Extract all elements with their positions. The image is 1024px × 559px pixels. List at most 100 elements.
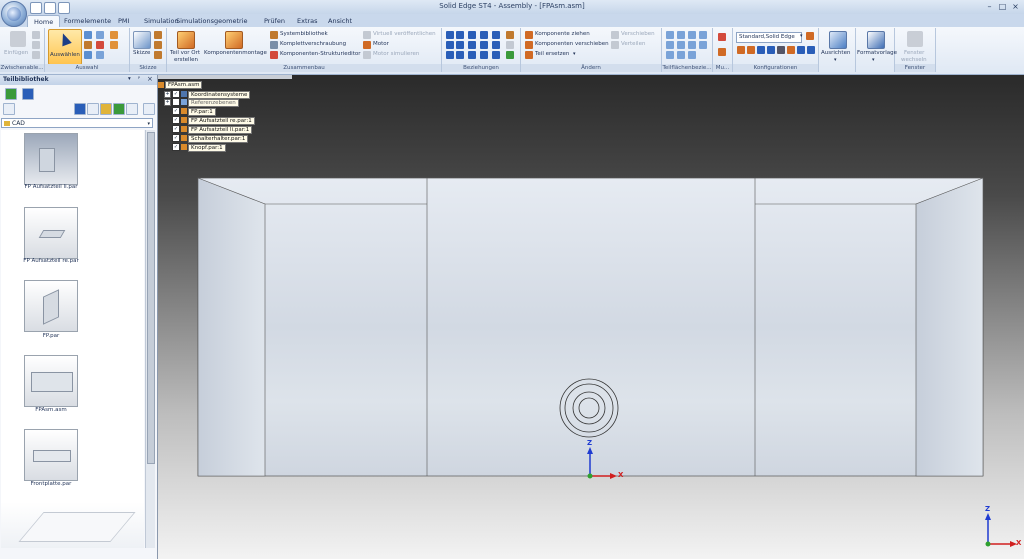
tab-pruefen[interactable]: Prüfen — [258, 15, 291, 27]
format-dropdown-icon[interactable]: ▾ — [872, 57, 875, 63]
tab-formelemente[interactable]: Formelemente — [58, 15, 117, 27]
select-tool-icon[interactable] — [84, 51, 92, 59]
select-tool-icon[interactable] — [110, 41, 118, 49]
relation-icon[interactable] — [456, 41, 464, 49]
sketch-label[interactable]: Skizze — [133, 50, 150, 56]
part-thumbnail[interactable] — [24, 280, 78, 332]
move-components-label[interactable]: Komponenten verschieben — [535, 41, 609, 47]
relation-icon[interactable] — [480, 41, 488, 49]
switch-window-label-1[interactable]: Fenster — [904, 50, 924, 56]
distribute-label[interactable]: Verteilen — [621, 41, 645, 47]
config-icon[interactable] — [807, 46, 815, 54]
motor-label[interactable]: Motor — [373, 41, 389, 47]
face-relation-icon[interactable] — [677, 41, 685, 49]
system-library-label[interactable]: Systembibliothek — [280, 31, 328, 37]
configuration-select[interactable]: Standard,Solid Edge — [736, 32, 802, 43]
relation-icon[interactable] — [446, 51, 454, 59]
library-tool-icon[interactable] — [100, 103, 112, 115]
format-paint-icon[interactable] — [32, 51, 40, 59]
create-part-label-1[interactable]: Teil vor Ort — [170, 50, 200, 56]
simulate-motor-icon[interactable] — [363, 51, 371, 59]
switch-window-label-2[interactable]: wechseln — [901, 57, 927, 63]
orient-label[interactable]: Ausrichten — [821, 50, 850, 56]
drag-component-label[interactable]: Komponente ziehen — [535, 31, 590, 37]
relation-icon[interactable] — [506, 41, 514, 49]
library-tool-icon[interactable] — [87, 103, 99, 115]
relation-icon[interactable] — [492, 31, 500, 39]
simulate-motor-label[interactable]: Motor simulieren — [373, 51, 419, 57]
switch-window-icon[interactable] — [907, 31, 923, 47]
drag-component-icon[interactable] — [525, 31, 533, 39]
part-thumbnail[interactable] — [24, 133, 78, 185]
paste-icon[interactable] — [10, 31, 26, 47]
library-view-icon[interactable] — [5, 88, 17, 100]
part-list-scrollbar[interactable] — [145, 130, 155, 548]
config-icon[interactable] — [737, 46, 745, 54]
paste-label[interactable]: Einfügen — [4, 50, 28, 56]
face-relation-icon[interactable] — [666, 31, 674, 39]
orient-dropdown-icon[interactable]: ▾ — [834, 57, 837, 63]
left-side-panel[interactable] — [197, 177, 266, 477]
create-part-icon[interactable] — [177, 31, 195, 49]
style-icon[interactable] — [867, 31, 885, 49]
panel-pin-icon[interactable]: ▾ — [128, 76, 131, 82]
library-add-icon[interactable] — [22, 88, 34, 100]
sketch-tool-icon[interactable] — [154, 51, 162, 59]
chevron-down-icon[interactable]: ▾ — [800, 33, 803, 39]
sketch-tool-icon[interactable] — [154, 41, 162, 49]
replace-part-icon[interactable] — [525, 51, 533, 59]
publish-virtual-label[interactable]: Virtuell veröffentlichen — [373, 31, 436, 37]
structure-editor-icon[interactable] — [270, 51, 278, 59]
library-search-icon[interactable] — [143, 103, 155, 115]
part-thumbnail[interactable] — [24, 429, 78, 481]
replace-part-dropdown-icon[interactable]: ▾ — [573, 51, 576, 57]
config-icon[interactable] — [806, 32, 814, 40]
config-icon[interactable] — [787, 46, 795, 54]
motor-icon[interactable] — [363, 41, 371, 49]
folder-select[interactable]: CAD ▾ — [1, 118, 153, 128]
replace-part-label[interactable]: Teil ersetzen — [535, 51, 569, 57]
copy-icon[interactable] — [32, 41, 40, 49]
relation-icon[interactable] — [506, 31, 514, 39]
relation-icon[interactable] — [446, 31, 454, 39]
relation-icon[interactable] — [468, 51, 476, 59]
relation-icon[interactable] — [456, 31, 464, 39]
select-tool-icon[interactable] — [110, 31, 118, 39]
format-template-label[interactable]: Formatvorlage — [857, 50, 897, 56]
application-button[interactable] — [1, 1, 27, 27]
relation-icon[interactable] — [506, 51, 514, 59]
library-tool-icon[interactable] — [126, 103, 138, 115]
config-icon[interactable] — [777, 46, 785, 54]
part-label[interactable]: FP.par — [1, 333, 101, 339]
component-assembly-label[interactable]: Komponentenmontage — [204, 50, 267, 56]
component-assembly-icon[interactable] — [225, 31, 243, 49]
config-icon[interactable] — [747, 46, 755, 54]
bolted-connection-label[interactable]: Komplettverschraubung — [280, 41, 346, 47]
create-part-label-2[interactable]: erstellen — [174, 57, 198, 63]
shift-icon[interactable] — [611, 31, 619, 39]
maximize-button[interactable]: □ — [998, 2, 1007, 11]
part-label[interactable]: Frontplatte.par — [1, 481, 101, 487]
face-relation-icon[interactable] — [666, 51, 674, 59]
select-tool-icon[interactable] — [84, 31, 92, 39]
panel-autohide-icon[interactable]: ᵖ — [138, 76, 140, 82]
sketch-icon[interactable] — [133, 31, 151, 49]
face-relation-icon[interactable] — [688, 41, 696, 49]
shift-label[interactable]: Verschieben — [621, 31, 655, 37]
library-tool-icon[interactable] — [74, 103, 86, 115]
publish-virtual-icon[interactable] — [363, 31, 371, 39]
structure-editor-label[interactable]: Komponenten-Strukturieditor — [280, 51, 360, 57]
part-label[interactable]: FPAsm.asm — [1, 407, 101, 413]
mu-tool-icon[interactable] — [718, 33, 726, 41]
assembly-model[interactable] — [158, 75, 1024, 559]
3d-viewport[interactable]: FPAsm.asm + ✓ Koordinatensysteme + Referenz… — [158, 75, 1024, 559]
part-label[interactable]: FP Aufsatzteil re.par — [1, 258, 101, 264]
select-tool-icon[interactable] — [96, 41, 104, 49]
right-side-panel[interactable] — [915, 177, 984, 477]
face-relation-icon[interactable] — [688, 51, 696, 59]
orient-icon[interactable] — [829, 31, 847, 49]
bolt-icon[interactable] — [270, 41, 278, 49]
part-thumbnail[interactable] — [24, 207, 78, 259]
select-tool-icon[interactable] — [96, 51, 104, 59]
cut-icon[interactable] — [32, 31, 40, 39]
